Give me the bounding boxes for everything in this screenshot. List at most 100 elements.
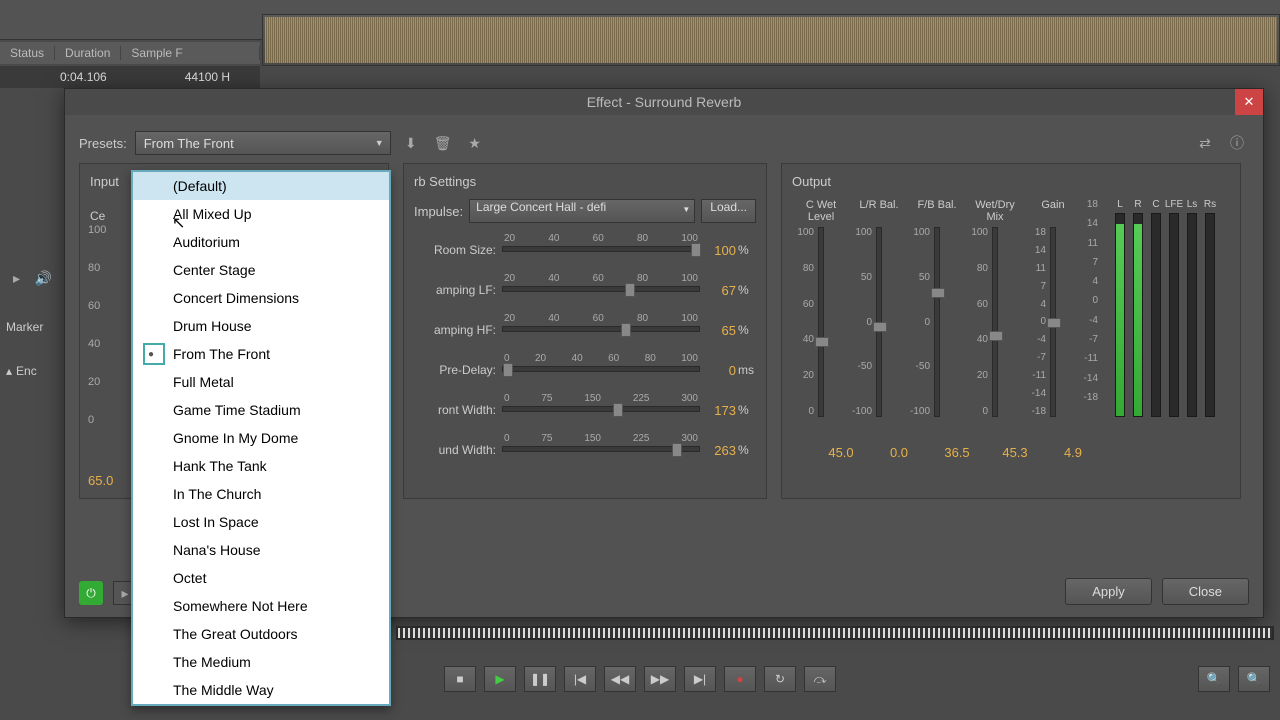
presets-label: Presets: — [79, 136, 127, 151]
slider[interactable]: 020406080100 — [502, 353, 700, 387]
preset-option[interactable]: Drum House — [133, 312, 389, 340]
reverb-settings-panel: rb Settings Impulse: Large Concert Hall … — [403, 163, 767, 499]
reverb-value: 100 — [700, 243, 736, 258]
output-value: 45.0 — [812, 445, 870, 460]
reverb-value: 67 — [700, 283, 736, 298]
skip-back-button[interactable]: |◀ — [564, 666, 596, 692]
sample-header: Sample F — [121, 46, 260, 60]
skip-selection-button[interactable]: ⤼ — [804, 666, 836, 692]
preset-option[interactable]: The Medium — [133, 648, 389, 676]
reverb-value: 173 — [700, 403, 736, 418]
output-value: 0.0 — [870, 445, 928, 460]
delete-preset-icon[interactable]: 🗑 — [431, 131, 455, 155]
skip-forward-button[interactable]: ▶| — [684, 666, 716, 692]
meter-bar — [1151, 213, 1161, 417]
output-value: 45.3 — [986, 445, 1044, 460]
forward-button[interactable]: ▶▶ — [644, 666, 676, 692]
output-col-label: Wet/Dry Mix — [966, 199, 1024, 227]
preset-option[interactable]: Concert Dimensions — [133, 284, 389, 312]
impulse-dropdown[interactable]: Large Concert Hall - defi — [469, 199, 695, 223]
info-value-row: 0:04.106 44100 H — [0, 66, 260, 88]
preset-option[interactable]: The Middle Way — [133, 676, 389, 704]
preset-option[interactable]: (Default) — [133, 172, 389, 200]
timeline-track[interactable] — [396, 626, 1274, 640]
left-panel: ▸ 🔊 Marker ▴ Enc — [0, 260, 60, 384]
preset-option[interactable]: From The Front — [133, 340, 389, 368]
output-col-label: Gain — [1041, 199, 1064, 227]
pause-button[interactable]: ❚❚ — [524, 666, 556, 692]
vertical-slider[interactable] — [818, 227, 824, 417]
preset-option[interactable]: Center Stage — [133, 256, 389, 284]
input-value: 65.0 — [88, 473, 113, 488]
waveform-overview[interactable] — [262, 14, 1280, 66]
reverb-param-label: amping LF: — [414, 283, 502, 297]
reverb-unit: % — [736, 403, 756, 417]
preset-option[interactable]: Game Time Stadium — [133, 396, 389, 424]
reverb-param-label: Room Size: — [414, 243, 502, 257]
slider[interactable]: 075150225300 — [502, 393, 700, 427]
play-button[interactable]: ▶ — [484, 666, 516, 692]
power-button[interactable]: ⏻ — [79, 581, 103, 605]
dialog-title: Effect - Surround Reverb — [587, 94, 742, 110]
zoom-out-button[interactable]: 🔍 — [1238, 666, 1270, 692]
apply-button[interactable]: Apply — [1065, 578, 1152, 605]
preset-option[interactable]: Octet — [133, 564, 389, 592]
preset-option[interactable]: Full Metal — [133, 368, 389, 396]
rewind-button[interactable]: ◀◀ — [604, 666, 636, 692]
meter-bar — [1133, 213, 1143, 417]
output-col-label: C Wet Level — [792, 199, 850, 227]
slider[interactable]: 20406080100 — [502, 313, 700, 347]
reverb-value: 0 — [700, 363, 736, 378]
impulse-label: Impulse: — [414, 204, 463, 219]
meter-label: R — [1134, 199, 1141, 213]
output-col-label: L/R Bal. — [859, 199, 898, 227]
preset-option[interactable]: Nana's House — [133, 536, 389, 564]
meter-bar — [1187, 213, 1197, 417]
vertical-slider[interactable] — [1050, 227, 1056, 417]
meter-bar — [1205, 213, 1215, 417]
vertical-slider[interactable] — [876, 227, 882, 417]
preset-option[interactable]: The Great Outdoors — [133, 620, 389, 648]
stop-button[interactable]: ■ — [444, 666, 476, 692]
reverb-value: 263 — [700, 443, 736, 458]
tool-icon[interactable]: ▸ — [6, 266, 27, 290]
close-button[interactable]: ✕ — [1235, 89, 1263, 115]
preset-option[interactable]: Gnome In My Dome — [133, 424, 389, 452]
reverb-value: 65 — [700, 323, 736, 338]
load-button[interactable]: Load... — [701, 199, 756, 223]
meter-label: L — [1117, 199, 1123, 213]
chevron-up-icon[interactable]: ▴ — [6, 364, 12, 378]
meter-bar — [1115, 213, 1125, 417]
preset-option[interactable]: Lost In Space — [133, 508, 389, 536]
slider[interactable]: 20406080100 — [502, 233, 700, 267]
slider[interactable]: 20406080100 — [502, 273, 700, 307]
reverb-param-label: ront Width: — [414, 403, 502, 417]
preset-row: Presets: From The Front ⬇ 🗑 ★ ⇄ ⓘ — [65, 115, 1263, 163]
meter-label: Rs — [1204, 199, 1216, 213]
preset-option[interactable]: Somewhere Not Here — [133, 592, 389, 620]
meter-bar — [1169, 213, 1179, 417]
info-header-row: Status Duration Sample F — [0, 42, 260, 64]
output-panel-title: Output — [792, 174, 1230, 189]
record-button[interactable]: ● — [724, 666, 756, 692]
save-preset-icon[interactable]: ⬇ — [399, 131, 423, 155]
favorite-icon[interactable]: ★ — [463, 131, 487, 155]
input-scale: 100806040200 — [88, 224, 106, 426]
close-dialog-button[interactable]: Close — [1162, 578, 1249, 605]
loop-button[interactable]: ↻ — [764, 666, 796, 692]
vertical-slider[interactable] — [934, 227, 940, 417]
preset-option[interactable]: Hank The Tank — [133, 452, 389, 480]
preset-dropdown[interactable]: From The Front — [135, 131, 391, 155]
cursor-icon: ↖ — [172, 213, 185, 233]
preset-dropdown-list: (Default)All Mixed UpAuditoriumCenter St… — [131, 170, 391, 706]
zoom-in-button[interactable]: 🔍 — [1198, 666, 1230, 692]
preset-option[interactable]: In The Church — [133, 480, 389, 508]
transport-controls: ■ ▶ ❚❚ |◀ ◀◀ ▶▶ ▶| ● ↻ ⤼ — [444, 666, 836, 692]
routing-icon[interactable]: ⇄ — [1193, 131, 1217, 155]
speaker-icon[interactable]: 🔊 — [33, 266, 54, 290]
vertical-slider[interactable] — [992, 227, 998, 417]
meter-label: C — [1152, 199, 1159, 213]
sample-value: 44100 H — [125, 70, 248, 84]
slider[interactable]: 075150225300 — [502, 433, 700, 467]
info-icon[interactable]: ⓘ — [1225, 131, 1249, 155]
